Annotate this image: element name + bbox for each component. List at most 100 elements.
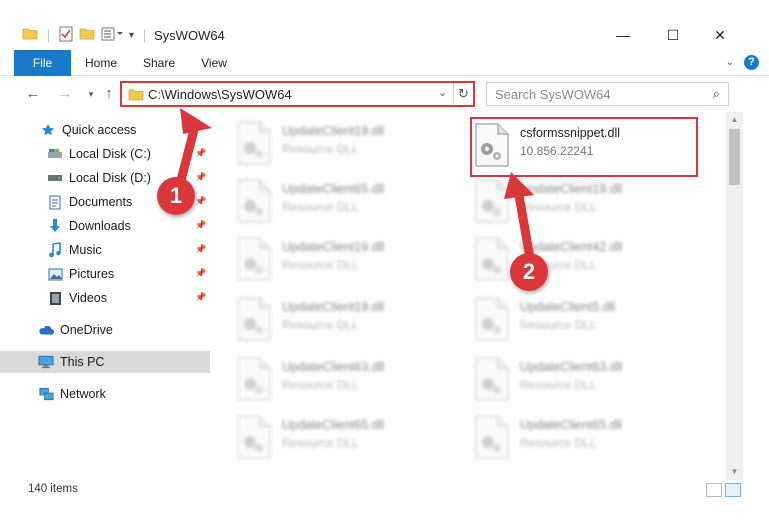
file-name: UpdateClient19.dll — [282, 240, 385, 254]
sidebar-item-downloads[interactable]: Downloads 📌 — [0, 215, 210, 237]
ribbon-tabs: File Home Share View ⌄ ? — [0, 50, 769, 76]
tab-file[interactable]: File — [14, 50, 71, 76]
computer-icon — [38, 354, 54, 370]
tab-view[interactable]: View — [191, 50, 237, 76]
quick-access-toolbar: ▾ — [22, 26, 149, 45]
search-input[interactable] — [495, 86, 695, 102]
minimize-button[interactable]: — — [600, 20, 646, 50]
list-item[interactable]: UpdateClient65.dll Resource DLL — [234, 174, 464, 228]
tiles-view-button[interactable] — [725, 483, 741, 497]
customize-toolbar-icon[interactable] — [101, 27, 123, 44]
sidebar-item-label: OneDrive — [60, 323, 113, 337]
maximize-button[interactable]: ☐ — [650, 20, 696, 50]
pin-icon[interactable]: 📌 — [195, 148, 206, 159]
title-bar: ▾ SysWOW64 — ☐ ✕ — [0, 0, 769, 50]
close-button[interactable]: ✕ — [697, 20, 743, 50]
details-view-button[interactable] — [706, 483, 722, 497]
new-folder-icon[interactable] — [79, 26, 95, 45]
list-item[interactable]: UpdateClient19.dll Resource DLL — [472, 174, 702, 228]
step-1-callout: 1 — [157, 177, 195, 215]
address-path[interactable]: C:\Windows\SysWOW64 — [148, 87, 292, 102]
chevron-down-icon[interactable]: ▾ — [129, 30, 134, 41]
tab-home[interactable]: Home — [78, 50, 124, 76]
file-description: Resource DLL — [282, 378, 359, 392]
scrollbar-thumb[interactable] — [729, 129, 740, 185]
step-2-callout: 2 — [510, 253, 548, 291]
forward-arrow-icon[interactable]: → — [54, 84, 76, 104]
folder-icon — [128, 87, 144, 106]
sidebar-item-videos[interactable]: Videos 📌 — [0, 287, 210, 309]
sidebar-item-label: Quick access — [62, 123, 137, 137]
sidebar-item-onedrive[interactable]: OneDrive — [0, 319, 210, 341]
sidebar-item-label: Pictures — [69, 267, 115, 281]
dll-file-icon — [234, 236, 274, 282]
pictures-icon — [47, 266, 63, 282]
scroll-up-arrow-icon[interactable]: ▲ — [726, 112, 743, 128]
sidebar-item-this-pc[interactable]: This PC — [0, 351, 210, 373]
sidebar-item-label: Downloads — [69, 219, 131, 233]
pin-icon[interactable]: 📌 — [195, 292, 206, 303]
pin-icon[interactable]: 📌 — [195, 244, 206, 255]
list-item[interactable]: UpdateClient19.dll Resource DLL — [234, 116, 464, 170]
navigation-pane: Quick access Local Disk (C:) 📌 Local Dis… — [0, 112, 210, 472]
file-description: Resource DLL — [520, 318, 597, 332]
toolbar-separator — [144, 28, 146, 43]
file-description: Resource DLL — [520, 378, 597, 392]
dll-file-icon — [472, 296, 512, 342]
star-icon — [40, 122, 56, 138]
list-item[interactable]: UpdateClient19.dll Resource DLL — [234, 232, 464, 286]
videos-icon — [47, 290, 63, 306]
tab-share[interactable]: Share — [136, 50, 182, 76]
window-title: SysWOW64 — [154, 28, 225, 43]
network-icon — [38, 386, 54, 402]
list-item[interactable]: UpdateClient19.dll Resource DLL — [234, 292, 464, 346]
status-bar: 140 items — [0, 480, 769, 500]
expand-ribbon-icon[interactable]: ⌄ — [726, 57, 734, 68]
folder-icon[interactable] — [22, 26, 38, 45]
up-arrow-icon[interactable]: ↑ — [98, 84, 120, 104]
properties-icon[interactable] — [59, 26, 73, 45]
pin-icon[interactable]: 📌 — [195, 220, 206, 231]
pin-icon[interactable]: 📌 — [195, 196, 206, 207]
pin-icon[interactable]: 📌 — [195, 268, 206, 279]
list-item[interactable]: UpdateClient65.dll Resource DLL — [472, 410, 702, 464]
file-name: UpdateClient63.dll — [520, 360, 623, 374]
dll-file-icon — [472, 178, 512, 224]
file-description: Resource DLL — [520, 436, 597, 450]
list-item[interactable]: UpdateClient42.dll Resource DLL — [472, 232, 702, 286]
chevron-down-icon[interactable]: ⌄ — [438, 86, 447, 99]
dll-file-icon — [234, 296, 274, 342]
list-item[interactable]: UpdateClient63.dll Resource DLL — [234, 352, 464, 406]
list-item[interactable]: UpdateClient63.dll Resource DLL — [472, 352, 702, 406]
highlight-frame — [470, 117, 698, 177]
downloads-icon — [47, 218, 63, 234]
list-item[interactable]: UpdateClient5.dll Resource DLL — [472, 292, 702, 346]
file-name: UpdateClient65.dll — [282, 418, 385, 432]
dll-file-icon — [472, 356, 512, 402]
sidebar-item-pictures[interactable]: Pictures 📌 — [0, 263, 210, 285]
sidebar-item-network[interactable]: Network — [0, 383, 210, 405]
file-name: UpdateClient65.dll — [520, 418, 623, 432]
file-description: Resource DLL — [520, 200, 597, 214]
back-arrow-icon[interactable]: ← — [22, 84, 44, 104]
vertical-scrollbar[interactable]: ▲ ▼ — [726, 112, 743, 480]
music-icon — [47, 242, 63, 258]
sidebar-item-quick-access[interactable]: Quick access — [0, 119, 210, 141]
address-bar[interactable]: C:\Windows\SysWOW64 ⌄ ↻ — [120, 81, 475, 107]
search-icon[interactable]: ⌕ — [713, 86, 720, 102]
file-name: UpdateClient42.dll — [520, 240, 623, 254]
refresh-icon[interactable]: ↻ — [453, 83, 473, 105]
dll-file-icon — [472, 414, 512, 460]
sidebar-item-label: Local Disk (D:) — [69, 171, 151, 185]
search-box[interactable]: ⌕ — [486, 82, 729, 106]
sidebar-item-music[interactable]: Music 📌 — [0, 239, 210, 261]
scroll-down-arrow-icon[interactable]: ▼ — [726, 464, 743, 480]
dll-file-icon — [234, 356, 274, 402]
sidebar-item-label: Local Disk (C:) — [69, 147, 151, 161]
file-name: UpdateClient65.dll — [282, 182, 385, 196]
dll-file-icon — [234, 178, 274, 224]
help-icon[interactable]: ? — [744, 55, 759, 70]
sidebar-item-local-disk-c[interactable]: Local Disk (C:) 📌 — [0, 143, 210, 165]
list-item[interactable]: UpdateClient65.dll Resource DLL — [234, 410, 464, 464]
pin-icon[interactable]: 📌 — [195, 172, 206, 183]
